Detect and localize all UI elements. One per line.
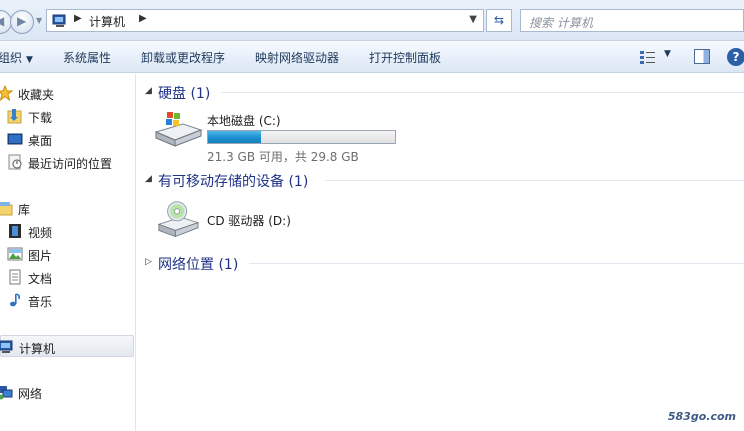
recent-places-icon — [8, 154, 22, 170]
music-note-icon — [10, 293, 21, 307]
address-field[interactable]: ▶ 计算机 ▶ ▼ — [46, 9, 484, 32]
libraries-icon — [0, 202, 13, 216]
nav-videos[interactable]: 视频 — [0, 220, 134, 242]
breadcrumb-separator-icon[interactable]: ▶ — [74, 13, 82, 24]
open-control-panel-button[interactable]: 打开控制面板 — [369, 49, 441, 66]
nav-videos-label: 视频 — [28, 226, 53, 240]
breadcrumb-computer[interactable]: 计算机 — [89, 13, 125, 30]
group-header-removable[interactable]: ◢ 有可移动存储的设备 (1) — [137, 168, 744, 192]
nav-favorites[interactable]: 收藏夹 — [0, 82, 134, 104]
drive-c-free-space: 21.3 GB 可用，共 29.8 GB — [207, 150, 359, 164]
nav-downloads-label: 下载 — [28, 111, 53, 125]
change-view-icon[interactable] — [640, 50, 656, 64]
nav-desktop[interactable]: 桌面 — [0, 128, 134, 150]
arrow-right-icon: ▶ — [17, 14, 27, 28]
group-title-hard-disks: 硬盘 (1) — [158, 86, 211, 102]
search-input[interactable]: 搜索 计算机 — [520, 9, 744, 32]
chevron-down-icon: ▼ — [26, 55, 33, 65]
collapse-triangle-icon[interactable]: ◢ — [145, 86, 152, 96]
history-dropdown-icon[interactable]: ▼ — [36, 16, 42, 25]
uninstall-button[interactable]: 卸载或更改程序 — [141, 49, 225, 66]
nav-libraries[interactable]: 库 — [0, 197, 134, 219]
nav-desktop-label: 桌面 — [28, 134, 53, 148]
drive-d-name: CD 驱动器 (D:) — [207, 214, 291, 228]
star-icon — [0, 85, 13, 101]
group-header-hard-disks[interactable]: ◢ 硬盘 (1) — [137, 80, 744, 104]
help-icon[interactable]: ? — [727, 48, 744, 66]
expand-triangle-icon[interactable]: ▷ — [145, 257, 152, 267]
desktop-icon — [7, 133, 23, 145]
hard-drive-windows-icon — [154, 112, 203, 147]
nav-recent-label: 最近访问的位置 — [28, 157, 113, 171]
breadcrumb-separator-icon[interactable]: ▶ — [139, 13, 147, 24]
drive-d[interactable]: CD 驱动器 (D:) — [153, 200, 353, 246]
downloads-folder-icon — [7, 109, 22, 124]
address-bar-row: ◀ ▶ ▼ ▶ 计算机 ▶ ▼ ⇆ 搜索 计算机 — [0, 0, 744, 41]
view-options-chevron-icon[interactable]: ▼ — [664, 49, 671, 59]
navigation-pane: 收藏夹 下载 桌面 最近访问的位置 库 视频 图片 文档 音乐 计算机 网络 — [0, 74, 136, 431]
nav-network[interactable]: 网络 — [0, 381, 134, 403]
drive-c[interactable]: 本地磁盘 (C:) 21.3 GB 可用，共 29.8 GB — [153, 110, 413, 166]
nav-downloads[interactable]: 下载 — [0, 105, 134, 127]
system-properties-button[interactable]: 系统属性 — [63, 49, 111, 66]
cd-drive-icon — [157, 201, 200, 238]
content-pane: ◢ 硬盘 (1) 本地磁盘 (C:) 21.3 GB 可用，共 29.8 GB … — [137, 74, 744, 431]
preview-pane-icon[interactable] — [694, 49, 710, 64]
nav-music-label: 音乐 — [28, 295, 53, 309]
organize-label: 组织 — [0, 51, 23, 65]
nav-music[interactable]: 音乐 — [0, 289, 134, 311]
arrow-left-icon: ◀ — [0, 14, 4, 28]
collapse-triangle-icon[interactable]: ◢ — [145, 174, 152, 184]
nav-network-label: 网络 — [18, 387, 43, 401]
refresh-icon: ⇆ — [493, 13, 505, 27]
nav-documents[interactable]: 文档 — [0, 266, 134, 288]
computer-icon — [0, 340, 13, 353]
refresh-button[interactable]: ⇆ — [486, 9, 512, 32]
forward-button[interactable]: ▶ — [10, 10, 34, 34]
nav-libraries-label: 库 — [18, 203, 31, 217]
group-title-removable: 有可移动存储的设备 (1) — [158, 174, 309, 190]
map-network-drive-button[interactable]: 映射网络驱动器 — [255, 49, 339, 66]
nav-computer[interactable]: 计算机 — [0, 335, 134, 357]
video-icon — [9, 224, 21, 238]
command-bar: 组织 ▼ 系统属性 卸载或更改程序 映射网络驱动器 打开控制面板 ▼ ? — [0, 41, 744, 73]
nav-pictures[interactable]: 图片 — [0, 243, 134, 265]
address-dropdown-icon[interactable]: ▼ — [469, 14, 477, 25]
computer-icon — [52, 14, 66, 27]
group-divider — [249, 263, 744, 264]
nav-pictures-label: 图片 — [28, 249, 53, 263]
nav-favorites-label: 收藏夹 — [18, 88, 55, 102]
organize-button[interactable]: 组织 ▼ — [0, 49, 33, 66]
watermark-text: 583go.com — [667, 410, 736, 423]
pictures-icon — [7, 247, 23, 261]
group-divider — [325, 180, 744, 181]
search-placeholder: 搜索 计算机 — [529, 16, 593, 30]
group-divider — [221, 92, 744, 93]
nav-documents-label: 文档 — [28, 272, 53, 286]
network-icon — [0, 386, 13, 400]
drive-c-usage-fill — [208, 131, 262, 143]
group-title-network-locations: 网络位置 (1) — [158, 257, 239, 273]
drive-c-name: 本地磁盘 (C:) — [207, 114, 281, 128]
drive-c-usage-bar — [207, 130, 396, 144]
nav-computer-label: 计算机 — [19, 342, 56, 356]
document-icon — [9, 269, 21, 285]
group-header-network-locations[interactable]: ▷ 网络位置 (1) — [137, 251, 744, 275]
nav-recent-places[interactable]: 最近访问的位置 — [0, 151, 134, 173]
